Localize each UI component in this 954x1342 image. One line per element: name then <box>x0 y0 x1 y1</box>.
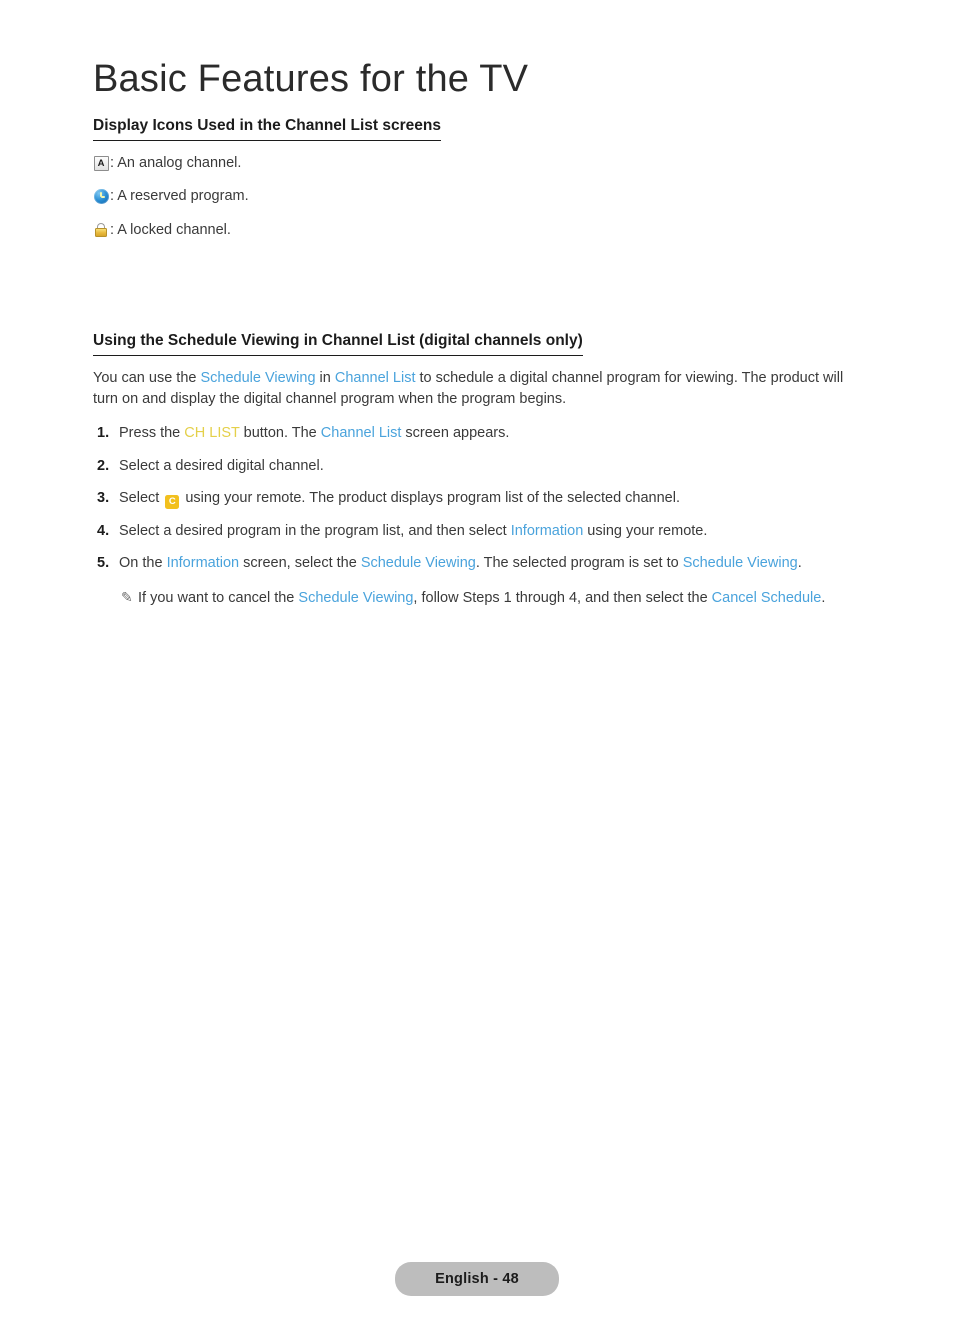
step3-part2: using your remote. The product displays … <box>181 490 680 507</box>
step1-term-ch-list: CH LIST <box>184 425 240 442</box>
step5-part4: . <box>797 555 802 572</box>
step5-term-schedule-viewing-2: Schedule Viewing <box>682 555 798 572</box>
step1-part2: button. The <box>239 425 321 442</box>
step-text-5: On the Information screen, select the Sc… <box>119 553 853 573</box>
intro-term-channel-list: Channel List <box>334 370 416 387</box>
c-key-badge-icon: C <box>165 495 180 510</box>
note-row: ✎ If you want to cancel the Schedule Vie… <box>93 588 853 608</box>
legend-item-locked: : A locked channel. <box>93 220 853 240</box>
note-part3: . <box>821 589 826 606</box>
step-item-1: 1. Press the CH LIST button. The Channel… <box>93 423 853 443</box>
legend-item-analog: A : An analog channel. <box>93 153 853 173</box>
analog-channel-icon-label: A <box>93 155 109 171</box>
step3-part1: Select <box>119 490 164 507</box>
step4-part2: using your remote. <box>583 523 708 540</box>
page-content: Basic Features for the TV Display Icons … <box>93 58 853 608</box>
note-part2: , follow Steps 1 through 4, and then sel… <box>413 589 712 606</box>
step-number-2: 2. <box>97 457 110 474</box>
step1-part3: screen appears. <box>401 425 510 442</box>
legend-item-reserved-text: : A reserved program. <box>110 188 249 205</box>
display-icons-heading: Display Icons Used in the Channel List s… <box>93 116 441 142</box>
manual-page: Basic Features for the TV Display Icons … <box>0 0 954 1342</box>
intro-part1: You can use the <box>93 370 201 387</box>
note-part1: If you want to cancel the <box>138 589 299 606</box>
step-item-4: 4. Select a desired program in the progr… <box>93 521 853 541</box>
step4-term-information: Information <box>510 523 584 540</box>
step-text-3: Select C using your remote. The product … <box>119 488 853 510</box>
step-item-5: 5. On the Information screen, select the… <box>93 553 853 573</box>
step-number-4: 4. <box>97 523 110 540</box>
step-text-2: Select a desired digital channel. <box>119 457 324 474</box>
step-number-3: 3. <box>97 490 110 507</box>
step5-part3: . The selected program is set to <box>475 555 683 572</box>
analog-channel-icon: A <box>93 155 109 171</box>
step5-part1: On the <box>119 555 167 572</box>
legend-item-locked-text: : A locked channel. <box>110 221 231 238</box>
page-footer: English - 48 <box>0 1262 954 1296</box>
legend-item-reserved: : A reserved program. <box>93 186 853 206</box>
step5-term-schedule-viewing-1: Schedule Viewing <box>360 555 476 572</box>
step-number-1: 1. <box>97 425 110 442</box>
schedule-viewing-intro: You can use the Schedule Viewing in Chan… <box>93 368 853 409</box>
step1-part1: Press the <box>119 425 185 442</box>
step-text-4: Select a desired program in the program … <box>119 521 853 541</box>
schedule-viewing-steps: 1. Press the CH LIST button. The Channel… <box>93 423 853 607</box>
display-icons-heading-wrap: Display Icons Used in the Channel List s… <box>93 116 853 142</box>
intro-term-schedule-viewing: Schedule Viewing <box>200 370 316 387</box>
step5-term-information: Information <box>166 555 240 572</box>
step-item-3: 3. Select C using your remote. The produ… <box>93 488 853 510</box>
schedule-viewing-heading: Using the Schedule Viewing in Channel Li… <box>93 331 583 357</box>
step1-term-channel-list: Channel List <box>320 425 402 442</box>
step-text-1: Press the CH LIST button. The Channel Li… <box>119 423 853 443</box>
step4-part1: Select a desired program in the program … <box>119 523 511 540</box>
pencil-note-icon: ✎ <box>121 588 133 605</box>
step-number-5: 5. <box>97 555 110 572</box>
note-term-cancel-schedule: Cancel Schedule <box>711 589 822 606</box>
legend-item-analog-text: : An analog channel. <box>110 155 242 172</box>
step5-part2: screen, select the <box>239 555 361 572</box>
note-text: If you want to cancel the Schedule Viewi… <box>138 588 853 608</box>
note-term-schedule-viewing: Schedule Viewing <box>298 589 414 606</box>
locked-channel-padlock-icon <box>93 222 109 238</box>
step-item-2: 2. Select a desired digital channel. <box>93 456 853 476</box>
icon-legend-list: A : An analog channel. : A reserved prog… <box>93 153 853 240</box>
reserved-program-clock-icon <box>93 189 109 205</box>
schedule-viewing-heading-wrap: Using the Schedule Viewing in Channel Li… <box>93 331 853 357</box>
page-title: Basic Features for the TV <box>93 58 529 100</box>
page-number-badge: English - 48 <box>395 1262 559 1296</box>
intro-part2: in <box>315 370 335 387</box>
